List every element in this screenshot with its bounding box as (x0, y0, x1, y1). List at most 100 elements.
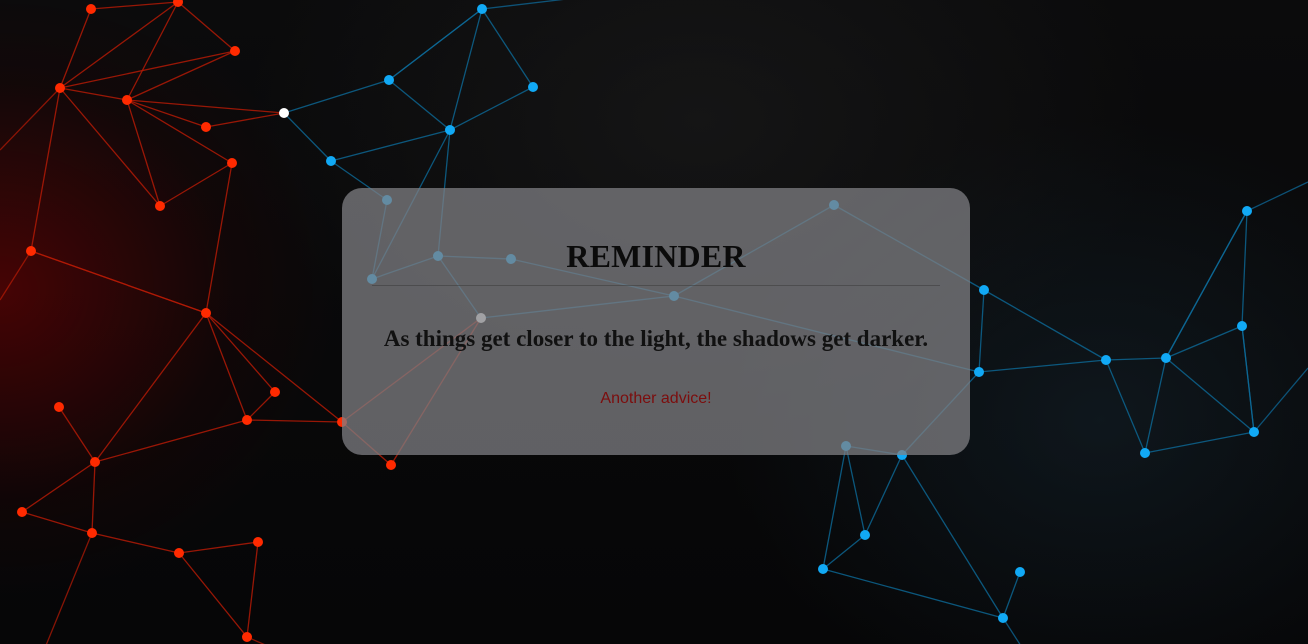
blue-network-node (1249, 427, 1259, 437)
blue-network-node (974, 367, 984, 377)
red-network-node (230, 46, 240, 56)
red-network-node (174, 548, 184, 558)
network-link (1105, 357, 1167, 361)
network-link (283, 79, 390, 114)
blue-network-node (979, 285, 989, 295)
network-link (178, 541, 259, 554)
blue-network-node (1161, 353, 1171, 363)
network-link (283, 112, 332, 162)
network-link (1165, 210, 1248, 359)
network-link (901, 454, 1004, 619)
reminder-quote: As things get closer to the light, the s… (383, 326, 929, 351)
red-network-node (86, 4, 96, 14)
red-network-node (122, 95, 132, 105)
network-link (91, 461, 96, 534)
red-network-node (242, 415, 252, 425)
network-link (1002, 571, 1021, 619)
network-link (30, 87, 61, 252)
network-link (246, 541, 259, 638)
network-link (94, 312, 207, 463)
network-link (388, 79, 451, 131)
network-link (126, 99, 161, 207)
red-network-node (201, 122, 211, 132)
network-link (1241, 325, 1255, 433)
blue-network-node (1101, 355, 1111, 365)
blue-network-node (818, 564, 828, 574)
network-link (126, 50, 236, 101)
network-link (1105, 359, 1146, 454)
network-link (159, 162, 233, 207)
blue-network-node (528, 82, 538, 92)
blue-network-node (998, 613, 1008, 623)
network-link (21, 461, 96, 513)
white-network-node (279, 108, 289, 118)
red-network-node (270, 387, 280, 397)
network-link (126, 99, 285, 114)
blue-network-node (477, 4, 487, 14)
network-link (1144, 357, 1167, 454)
network-link (1165, 357, 1255, 433)
another-advice-button[interactable]: Another advice! (596, 388, 715, 410)
network-link (94, 419, 248, 463)
reminder-title: REMINDER (566, 238, 746, 274)
network-link (449, 8, 483, 131)
network-background: REMINDER As things get closer to the lig… (0, 0, 1308, 644)
reminder-card: REMINDER As things get closer to the lig… (342, 188, 970, 455)
network-link (178, 552, 248, 638)
network-link (21, 511, 93, 534)
network-link (45, 532, 93, 644)
red-network-node (55, 83, 65, 93)
network-link (978, 359, 1107, 373)
network-link (481, 8, 534, 88)
blue-network-node (860, 530, 870, 540)
red-network-node (54, 402, 64, 412)
network-link (177, 1, 236, 52)
network-link (90, 1, 179, 10)
network-link (246, 391, 276, 421)
red-network-node (17, 507, 27, 517)
network-link (449, 86, 534, 131)
red-network-node (227, 158, 237, 168)
network-link (822, 445, 847, 570)
network-link (58, 406, 96, 463)
network-link (246, 636, 265, 644)
network-link (822, 568, 1004, 619)
red-network-node (253, 537, 263, 547)
network-link (205, 312, 276, 393)
network-link (978, 289, 985, 373)
network-link (983, 289, 1107, 361)
blue-network-node (326, 156, 336, 166)
red-network-node (90, 457, 100, 467)
blue-network-node (1242, 206, 1252, 216)
network-link (205, 162, 233, 314)
network-link (822, 534, 866, 570)
network-link (59, 87, 128, 101)
blue-network-node (445, 125, 455, 135)
title-divider (372, 285, 940, 286)
network-link (330, 129, 451, 162)
network-link (1241, 210, 1248, 327)
network-link (1253, 367, 1308, 433)
network-link (246, 419, 343, 423)
blue-network-node (1015, 567, 1025, 577)
red-network-node (386, 460, 396, 470)
network-link (30, 250, 207, 314)
red-network-node (173, 0, 183, 7)
network-link (91, 532, 180, 554)
red-network-node (201, 308, 211, 318)
red-network-node (242, 632, 252, 642)
network-link (0, 250, 32, 301)
network-link (205, 112, 285, 128)
red-network-node (26, 246, 36, 256)
red-network-node (87, 528, 97, 538)
network-link (1246, 181, 1308, 212)
network-link (1165, 325, 1243, 359)
network-link (481, 0, 564, 10)
network-link (864, 454, 903, 536)
network-link (1144, 431, 1255, 454)
network-link (126, 99, 233, 164)
blue-network-node (1140, 448, 1150, 458)
red-network-node (155, 201, 165, 211)
network-link (845, 445, 866, 536)
blue-network-node (1237, 321, 1247, 331)
